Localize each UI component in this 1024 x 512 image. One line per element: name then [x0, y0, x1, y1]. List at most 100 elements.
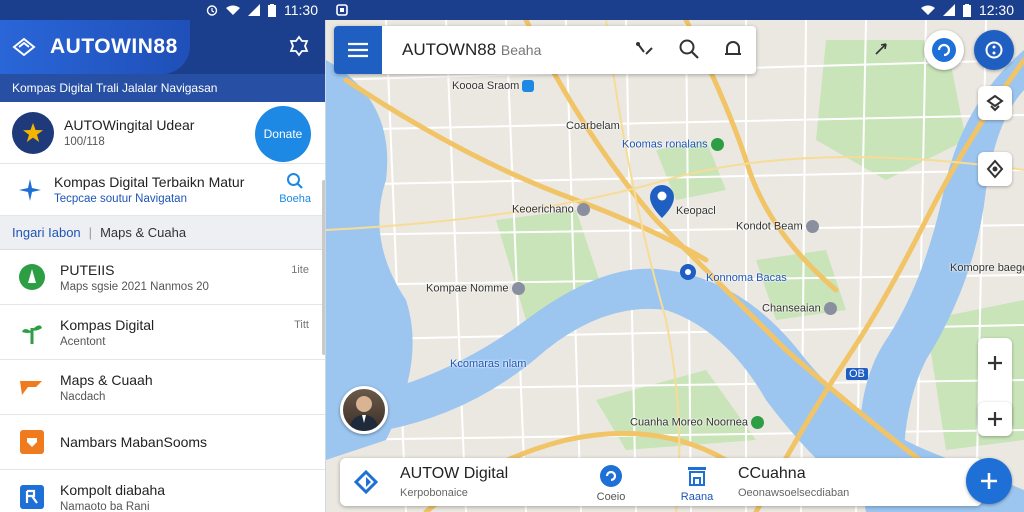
- document-icon: [18, 483, 46, 511]
- north-arrow-icon: [875, 43, 887, 55]
- promo-search-button[interactable]: Boeha: [279, 172, 311, 205]
- compass-star-icon: [19, 178, 41, 201]
- destination-title: CCuahna: [738, 465, 806, 482]
- more-options-button[interactable]: [974, 30, 1014, 70]
- list-item-title: PUTEIIS: [60, 261, 115, 278]
- promo-subtitle: Tecpcae soutur Navigatan: [54, 193, 187, 205]
- list-item-title: Nambars MabanSooms: [60, 434, 208, 450]
- status-bar-left: 11:30: [0, 0, 326, 20]
- status-time-right: 12:30: [978, 2, 1014, 18]
- search-placeholder: Beaha: [500, 42, 542, 58]
- app-header: AUTOWIN88: [0, 20, 325, 74]
- map-label: Koomas ronalans: [622, 138, 724, 151]
- list-item[interactable]: Kompolt diabaha Namaoto ba Rani: [0, 470, 325, 512]
- donate-button[interactable]: Donate: [255, 106, 311, 162]
- app-logo-icon: [12, 37, 36, 57]
- notification-icon: [336, 4, 348, 16]
- place-subtitle: Kerpobonaice: [400, 487, 468, 499]
- map-label: Kompae Nomme: [426, 282, 525, 295]
- map-label: Keopacl: [676, 205, 716, 217]
- map-label: Cuanha Moreo Noornea: [630, 416, 765, 429]
- location-target-icon: [986, 159, 1004, 179]
- map-label: Chanseaian: [762, 302, 837, 315]
- battery-icon: [268, 3, 276, 17]
- featured-avatar: [12, 111, 54, 154]
- brand-logo-icon: [354, 470, 378, 494]
- tab-maps[interactable]: Maps & Cuaha: [100, 225, 186, 240]
- list-item-title: Kompolt diabaha: [60, 481, 166, 498]
- promo-search-label: Boeha: [279, 193, 311, 205]
- action-label-1: Coeio: [596, 491, 626, 503]
- assistant-button[interactable]: [924, 30, 964, 70]
- section-tabs: Ingari Iabon | Maps & Cuaha: [0, 216, 325, 250]
- place-card[interactable]: AUTOW Digital Kerpobonaice Coeio Raana C…: [340, 458, 982, 506]
- more-icon: [985, 41, 1003, 59]
- list-item-meta: 1ite: [291, 264, 309, 276]
- list-item-subtitle: Acentont: [60, 335, 106, 348]
- map-label: Koooa Sraom: [452, 80, 535, 93]
- map-label: Kondot Beam: [736, 220, 819, 233]
- action-label-2: Raana: [680, 491, 714, 503]
- list-item-title: Kompas Digital: [60, 316, 155, 333]
- map-label: Coarbelam: [566, 120, 620, 132]
- search-input[interactable]: AUTOWN88 Beaha: [402, 40, 541, 60]
- list-item-title: Maps & Cuaah: [60, 371, 153, 388]
- app-subtitle: Kompas Digital Trali Jalalar Navigasan: [0, 74, 325, 102]
- list-item-meta: Titt: [294, 319, 309, 331]
- tab-active[interactable]: Ingari Iabon: [12, 225, 81, 240]
- user-avatar[interactable]: [340, 386, 388, 434]
- flag-icon: [18, 373, 46, 401]
- plus-icon: [981, 473, 997, 489]
- map-label: Kcomaras nlam: [450, 358, 527, 370]
- list-item[interactable]: Nambars MabanSooms: [0, 415, 325, 470]
- place-name: AUTOW Digital: [400, 465, 509, 482]
- list-item[interactable]: Kompas Digital Acentont Titt: [0, 305, 325, 360]
- signal-icon: [942, 4, 955, 16]
- destination-subtitle: Oeonawsoelsecdiaban: [738, 487, 850, 499]
- layers-icon: [986, 94, 1004, 112]
- list-item[interactable]: PUTEIIS Maps sgsie 2021 Nanmos 20 1ite: [0, 250, 325, 305]
- zoom-in-icon[interactable]: [986, 354, 1004, 372]
- search-icon[interactable]: [678, 38, 700, 60]
- wifi-icon: [920, 5, 935, 15]
- bell-icon[interactable]: [722, 38, 744, 60]
- building-icon: [688, 467, 706, 486]
- my-location-button[interactable]: [978, 152, 1012, 186]
- navigation-icon: [600, 465, 622, 487]
- status-bar-right: 12:30: [326, 0, 1024, 20]
- menu-icon: [348, 42, 368, 58]
- search-brand: AUTOWN88: [402, 40, 497, 59]
- featured-title: AUTOWingital Udear: [64, 117, 195, 133]
- map-label-badge: OB: [846, 368, 868, 380]
- map-view[interactable]: Koooa Sraom Coarbelam Koomas ronalans Ke…: [326, 20, 1024, 512]
- signal-icon: [248, 4, 260, 16]
- zoom-in-button[interactable]: [978, 402, 1012, 436]
- map-label: Konnoma Bacas: [706, 272, 787, 284]
- add-button[interactable]: [966, 458, 1012, 504]
- plus-icon: [988, 412, 1002, 426]
- app-title: AUTOWIN88: [50, 35, 178, 58]
- side-panel: AUTOWIN88 Kompas Digital Trali Jalalar N…: [0, 20, 326, 512]
- promo-item[interactable]: Kompas Digital Terbaikn Matur Tecpcae so…: [0, 164, 325, 216]
- promo-title: Kompas Digital Terbaikn Matur: [54, 174, 245, 190]
- list-item-subtitle: Maps sgsie 2021 Nanmos 20: [60, 280, 209, 293]
- tag-icon: [18, 428, 46, 456]
- route-icon[interactable]: [634, 38, 656, 60]
- action-button-1[interactable]: Coeio: [586, 464, 636, 503]
- battery-icon: [962, 3, 971, 17]
- search-icon: [287, 173, 303, 189]
- search-bar[interactable]: AUTOWN88 Beaha: [334, 26, 756, 74]
- map-canvas[interactable]: [326, 20, 1024, 512]
- plant-icon: [18, 318, 46, 346]
- star-icon: [23, 122, 43, 142]
- list-item[interactable]: Maps & Cuaah Nacdach: [0, 360, 325, 415]
- menu-button[interactable]: [334, 26, 382, 74]
- layers-button[interactable]: [978, 86, 1012, 120]
- action-button-2[interactable]: Raana: [672, 464, 722, 503]
- person-icon: [349, 396, 379, 431]
- tower-icon: [18, 263, 46, 291]
- list-item-subtitle: Nacdach: [60, 390, 106, 403]
- settings-icon[interactable]: [287, 34, 311, 58]
- featured-item[interactable]: AUTOWingital Udear 100/118 Donate: [0, 102, 325, 164]
- map-label: Keoerichano: [512, 203, 590, 216]
